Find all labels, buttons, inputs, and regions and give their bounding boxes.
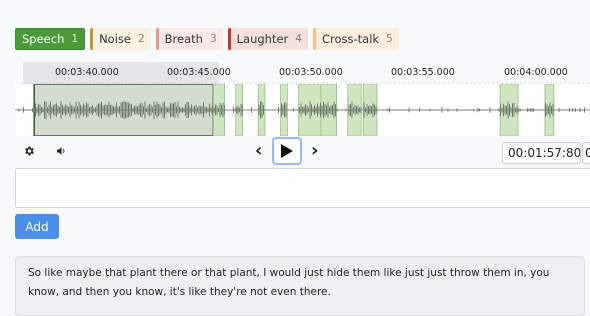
- end-time-field[interactable]: 00: [582, 142, 590, 164]
- current-time-field[interactable]: 00:01:57:809: [502, 142, 581, 164]
- label-breath[interactable]: Breath 3: [155, 28, 223, 50]
- play-button[interactable]: [272, 137, 302, 165]
- label-noise[interactable]: Noise 2: [90, 28, 151, 50]
- tick-label: 00:04:00.000: [504, 67, 568, 78]
- volume-icon[interactable]: [55, 145, 68, 157]
- label-laughter-key: 4: [295, 33, 302, 45]
- transcript-text: So like maybe that plant there or that p…: [15, 256, 585, 316]
- prev-button[interactable]: ‹: [255, 140, 262, 161]
- tick-label: 00:03:45.000: [167, 67, 231, 78]
- label-noise-name: Noise: [99, 32, 131, 46]
- label-noise-key: 2: [137, 33, 145, 45]
- gear-icon[interactable]: [23, 145, 35, 157]
- add-button[interactable]: Add: [15, 214, 59, 239]
- timeline-ruler: 00:03:40.000 00:03:45.000 00:03:50.000 0…: [15, 62, 590, 86]
- label-laughter[interactable]: Laughter 4: [227, 28, 308, 50]
- label-breath-key: 3: [209, 33, 217, 45]
- label-cross-talk[interactable]: Cross-talk 5: [312, 28, 399, 50]
- transcription-input[interactable]: [15, 168, 590, 208]
- label-breath-name: Breath: [164, 32, 203, 46]
- label-laughter-name: Laughter: [236, 32, 289, 46]
- waveform[interactable]: [15, 84, 590, 136]
- player-controls: ‹ › 00:01:57:809 00: [15, 136, 590, 168]
- next-button[interactable]: ›: [311, 140, 318, 161]
- label-speech-key: 1: [71, 33, 79, 45]
- label-speech[interactable]: Speech 1: [15, 28, 86, 50]
- tick-label: 00:03:40.000: [55, 67, 119, 78]
- label-speech-name: Speech: [22, 32, 65, 46]
- label-cross-talk-name: Cross-talk: [321, 32, 380, 46]
- label-cross-talk-key: 5: [386, 33, 393, 45]
- play-icon: [281, 144, 293, 158]
- tick-label: 00:03:50.000: [279, 67, 343, 78]
- tick-label: 00:03:55.000: [391, 67, 455, 78]
- label-toolbar: Speech 1 Noise 2 Breath 3 Laughter 4 Cro…: [15, 28, 399, 50]
